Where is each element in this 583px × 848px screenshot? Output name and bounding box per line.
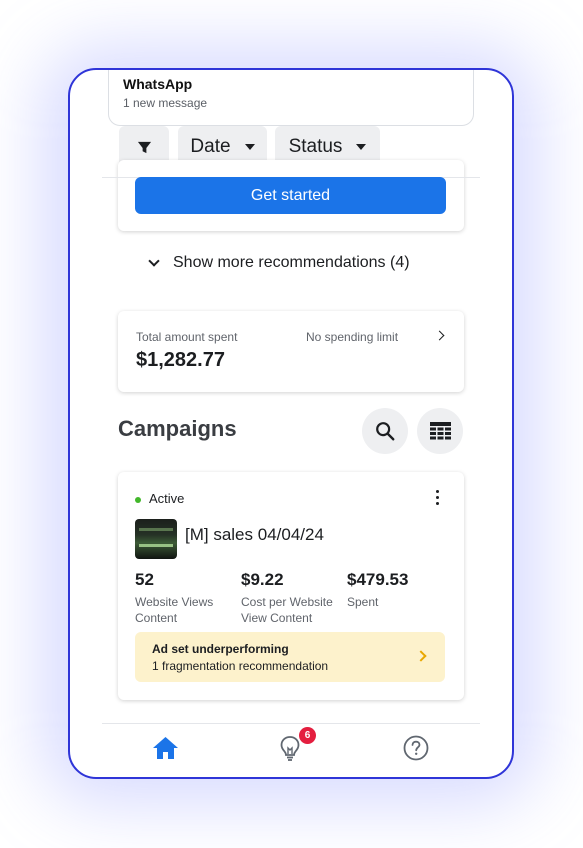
underperforming-alert[interactable]: Ad set underperforming 1 fragmentation r…	[135, 632, 445, 682]
metric-label: Spent	[347, 595, 379, 609]
spending-card[interactable]: Total amount spent $1,282.77 No spending…	[118, 311, 464, 392]
get-started-button[interactable]: Get started	[135, 177, 446, 214]
show-more-label: Show more recommendations (4)	[173, 254, 410, 271]
phone-frame: WhatsApp 1 new message Date Status Get s…	[68, 68, 514, 779]
campaign-thumbnail	[135, 519, 177, 559]
date-filter-label: Date	[190, 136, 231, 157]
metric-value: $479.53	[347, 570, 409, 589]
nav-help[interactable]	[396, 733, 436, 763]
metric-label: Website Views Content	[135, 595, 214, 625]
metric-value: $9.22	[241, 570, 284, 589]
notification-app-name: WhatsApp	[123, 76, 193, 92]
chevron-right-icon	[415, 650, 427, 662]
search-button[interactable]	[362, 408, 408, 454]
show-more-recommendations[interactable]: Show more recommendations (4)	[148, 252, 410, 274]
help-icon	[403, 735, 429, 761]
notification-message: 1 new message	[123, 96, 208, 110]
table-icon	[429, 422, 451, 440]
campaign-card[interactable]: Active [M] sales 04/04/24 52 Website Vie…	[118, 472, 464, 700]
notification-badge: 6	[299, 727, 316, 744]
campaigns-title: Campaigns	[118, 416, 237, 441]
bottom-nav-divider	[102, 723, 480, 724]
table-view-button[interactable]	[417, 408, 463, 454]
status-filter-label: Status	[288, 136, 343, 157]
metric-value: 52	[135, 570, 154, 589]
status-dot	[135, 497, 141, 503]
chevron-down-icon	[244, 144, 255, 150]
campaign-status: Active	[149, 491, 185, 506]
chevron-down-icon	[356, 144, 367, 150]
spent-value: $1,282.77	[136, 349, 225, 371]
search-icon	[376, 422, 395, 441]
nav-home[interactable]	[145, 733, 185, 763]
chevron-down-icon	[148, 255, 160, 267]
lightbulb-icon	[280, 736, 300, 761]
chevron-right-icon	[434, 330, 445, 341]
metric-label: Cost per Website View Content	[241, 595, 333, 625]
filter-icon	[137, 141, 151, 153]
more-options-icon[interactable]	[436, 490, 440, 508]
alert-title: Ad set underperforming	[152, 642, 289, 656]
home-icon	[152, 737, 178, 759]
alert-subtitle: 1 fragmentation recommendation	[152, 659, 329, 673]
spent-label: Total amount spent	[136, 330, 238, 344]
campaign-name: [M] sales 04/04/24	[185, 525, 324, 544]
whatsapp-notification[interactable]: WhatsApp 1 new message	[108, 70, 474, 126]
spending-limit-label: No spending limit	[306, 330, 399, 344]
